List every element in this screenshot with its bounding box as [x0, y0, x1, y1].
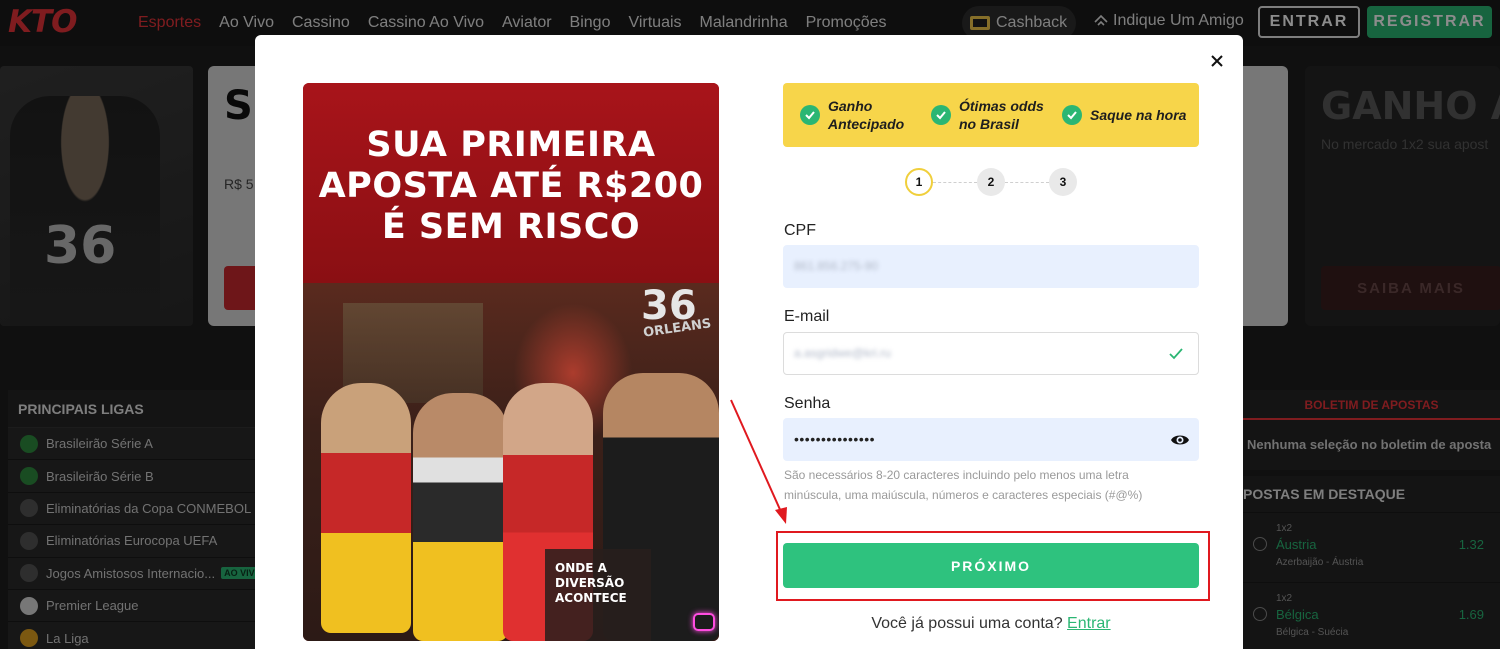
password-value: ••••••••••••••• [794, 431, 876, 447]
step-connector [933, 182, 977, 183]
registration-modal: SUA PRIMEIRA APOSTA ATÉ R$200 É SEM RISC… [255, 35, 1243, 649]
cpf-input[interactable]: 861.856.275-90 [783, 245, 1199, 288]
promo-image: SUA PRIMEIRA APOSTA ATÉ R$200 É SEM RISC… [303, 83, 719, 641]
email-label: E-mail [784, 308, 830, 325]
email-value: a.asgridwe@kri.ru [794, 346, 891, 360]
step-1: 1 [905, 168, 933, 196]
login-prompt-text: Você já possui uma conta? [871, 615, 1063, 632]
step-3: 3 [1049, 168, 1077, 196]
check-icon [931, 105, 951, 125]
benefit-text: Saque na hora [1090, 107, 1187, 123]
password-input[interactable]: ••••••••••••••• [783, 418, 1199, 461]
step-connector [1005, 182, 1049, 183]
password-hint: São necessários 8-20 caracteres incluind… [784, 468, 1143, 502]
step-2: 2 [977, 168, 1005, 196]
step-indicator: 1 2 3 [905, 168, 1077, 196]
benefit-item: Ótimas odds no Brasil [931, 97, 1062, 133]
benefits-banner: Ganho Antecipado Ótimas odds no Brasil S… [783, 83, 1199, 147]
benefit-item: Ganho Antecipado [800, 97, 931, 133]
benefit-text: Ótimas odds no Brasil [959, 98, 1044, 132]
cpf-label: CPF [784, 222, 816, 239]
login-link[interactable]: Entrar [1067, 615, 1111, 632]
check-icon [800, 105, 820, 125]
next-button[interactable]: PRÓXIMO [783, 543, 1199, 588]
check-icon [1062, 105, 1082, 125]
promo-headline: SUA PRIMEIRA APOSTA ATÉ R$200 É SEM RISC… [318, 125, 704, 247]
show-password-icon[interactable] [1170, 431, 1190, 449]
benefit-item: Saque na hora [1062, 105, 1193, 125]
cpf-value: 861.856.275-90 [794, 259, 879, 273]
email-input[interactable]: a.asgridwe@kri.ru [783, 332, 1199, 375]
neon-chat-icon [693, 613, 715, 631]
valid-check-icon [1169, 348, 1183, 360]
benefit-text: Ganho Antecipado [828, 98, 905, 132]
promo-tagline: ONDE A DIVERSÃO ACONTECE [555, 561, 627, 605]
fan-figure [413, 393, 508, 641]
login-prompt-line: Você já possui uma conta? Entrar [783, 615, 1199, 633]
close-icon[interactable] [1207, 51, 1227, 71]
password-label: Senha [784, 395, 831, 412]
fan-figure [321, 383, 411, 633]
